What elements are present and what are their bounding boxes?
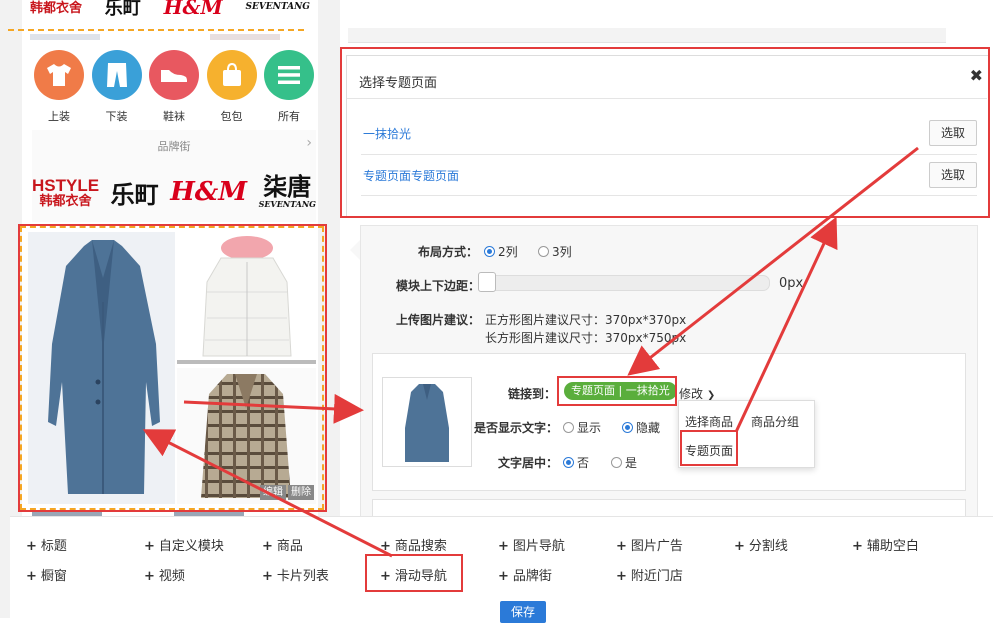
annotation-arrows <box>142 146 919 558</box>
